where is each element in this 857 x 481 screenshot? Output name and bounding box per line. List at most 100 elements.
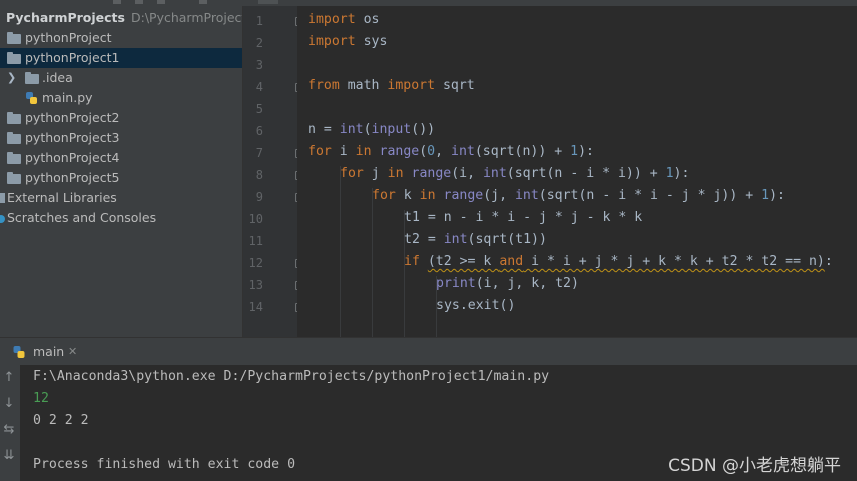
code-text: ): (673, 166, 690, 181)
line-number: 9 (255, 190, 263, 204)
tree-item-idea[interactable]: ❯ .idea (0, 68, 242, 88)
code-line-12: if (t2 >= k and i * i + j * j + k * k + … (404, 251, 833, 273)
tree-item-label: pythonProject5 (25, 170, 120, 185)
code-text: sqrt (435, 78, 475, 93)
line-number: 5 (255, 102, 263, 116)
folder-icon (7, 152, 21, 164)
code-text: t1 = n - i * i - j * j - k * k (404, 210, 643, 225)
code-text: t2 = (404, 232, 444, 247)
tree-item-pythonproject2[interactable]: pythonProject2 (0, 108, 242, 128)
code-text: (t2 >= k (427, 254, 500, 269)
keyword-and: and (499, 254, 524, 269)
folder-icon (7, 132, 21, 144)
code-line-8: for j in range(i, int(sqrt(n - i * i)) +… (340, 163, 689, 185)
chevron-right-icon[interactable]: ❯ (7, 68, 16, 88)
tree-item-label: pythonProject2 (25, 110, 120, 125)
tree-item-pythonproject5[interactable]: pythonProject5 (0, 168, 242, 188)
builtin-int: int (443, 232, 468, 247)
code-text: j (363, 166, 388, 181)
line-number: 4 (255, 80, 263, 94)
code-text: i * i + j * j + k * k + t2 * t2 == n) (523, 254, 825, 269)
tree-item-external-libraries[interactable]: External Libraries (0, 188, 242, 208)
keyword-import: import (308, 34, 356, 49)
code-text: sys.exit() (436, 298, 516, 313)
console-line: Process finished with exit code 0 (33, 457, 296, 472)
code-text: ()) (411, 122, 436, 137)
top-toolbar-strip (0, 0, 857, 6)
toolbar-icon[interactable] (135, 0, 143, 4)
inspection-warning[interactable]: (t2 >= k and i * i + j * j + k * k + t2 … (428, 254, 825, 269)
code-text: (i, (451, 166, 483, 181)
line-number: 7 (255, 146, 263, 160)
project-root-label: PycharmProjects (6, 10, 125, 25)
keyword-for: for (308, 144, 332, 159)
toolbar-icon[interactable] (199, 0, 207, 4)
tree-root[interactable]: PycharmProjects D:\PycharmProjects (0, 8, 242, 28)
tree-item-label: main.py (42, 90, 93, 105)
tree-item-pythonproject[interactable]: pythonProject (0, 28, 242, 48)
number-literal: 1 (570, 144, 579, 159)
tree-item-pythonproject1[interactable]: pythonProject1 (0, 48, 242, 68)
builtin-int: int (451, 144, 475, 159)
scroll-to-end-icon[interactable]: ⇊ (2, 448, 16, 463)
code-text: os (355, 12, 380, 27)
editor-tab[interactable] (258, 0, 278, 4)
folder-icon (25, 72, 39, 84)
console-input-line: 12 (33, 391, 49, 406)
code-line-7: for i in range(0, int(sqrt(n)) + 1): (308, 141, 594, 163)
builtin-range: range (411, 166, 452, 181)
line-number: 14 (248, 300, 263, 314)
keyword-if: if (404, 254, 420, 269)
builtin-int: int (514, 188, 539, 203)
code-editor[interactable]: import os import sys from math import sq… (297, 6, 857, 337)
arrow-down-icon[interactable]: ↓ (2, 396, 16, 411)
tree-item-label: External Libraries (7, 190, 117, 205)
tree-item-label: pythonProject1 (25, 50, 120, 65)
soft-wrap-icon[interactable]: ⇆ (2, 422, 16, 437)
keyword-in: in (387, 166, 404, 181)
builtin-int: int (339, 122, 364, 137)
builtin-print: print (436, 276, 476, 291)
library-icon (0, 193, 5, 203)
arrow-up-icon[interactable]: ↑ (2, 370, 16, 385)
keyword-import: import (308, 12, 356, 27)
tree-item-scratches[interactable]: Scratches and Consoles (0, 208, 242, 228)
code-text: (sqrt(n - i * i - j * j)) + (538, 188, 762, 203)
editor-gutter: 1 2 3 4 5 6 7 8 9 10 11 12 13 14 (243, 6, 304, 337)
toolbar-icon[interactable] (157, 0, 165, 4)
code-text: : (824, 254, 833, 269)
code-line-6: n = int(input()) (308, 119, 435, 141)
tree-item-label: pythonProject (25, 30, 112, 45)
line-number: 13 (248, 278, 263, 292)
console-line: 0 2 2 2 (33, 413, 89, 428)
number-literal: 1 (761, 188, 770, 203)
tree-item-main-py[interactable]: main.py (0, 88, 242, 108)
project-tool-window: PycharmProjects D:\PycharmProjects python… (0, 6, 242, 337)
tree-item-pythonproject4[interactable]: pythonProject4 (0, 148, 242, 168)
line-number: 12 (248, 256, 263, 270)
code-text: k (395, 188, 420, 203)
code-text: (j, (483, 188, 515, 203)
code-text: , (435, 144, 451, 159)
code-text: (sqrt(t1)) (467, 232, 547, 247)
builtin-range: range (379, 144, 420, 159)
code-line-13: print(i, j, k, t2) (436, 273, 579, 295)
code-line-1: import os (308, 9, 379, 31)
tree-item-pythonproject3[interactable]: pythonProject3 (0, 128, 242, 148)
console-line: F:\Anaconda3\python.exe D:/PycharmProjec… (33, 369, 550, 384)
close-icon[interactable]: ✕ (68, 343, 77, 361)
line-number: 8 (255, 168, 263, 182)
number-literal: 1 (665, 166, 674, 181)
code-line-4: from math import sqrt (308, 75, 475, 97)
toolbar-icon[interactable] (113, 0, 121, 4)
keyword-import: import (387, 78, 436, 93)
code-text: ): (578, 144, 594, 159)
indent-guide (372, 188, 373, 337)
project-root-path: D:\PycharmProjects (130, 10, 242, 25)
tree-item-label: Scratches and Consoles (7, 210, 157, 225)
code-text: n = (308, 122, 340, 137)
line-number: 3 (255, 58, 263, 72)
